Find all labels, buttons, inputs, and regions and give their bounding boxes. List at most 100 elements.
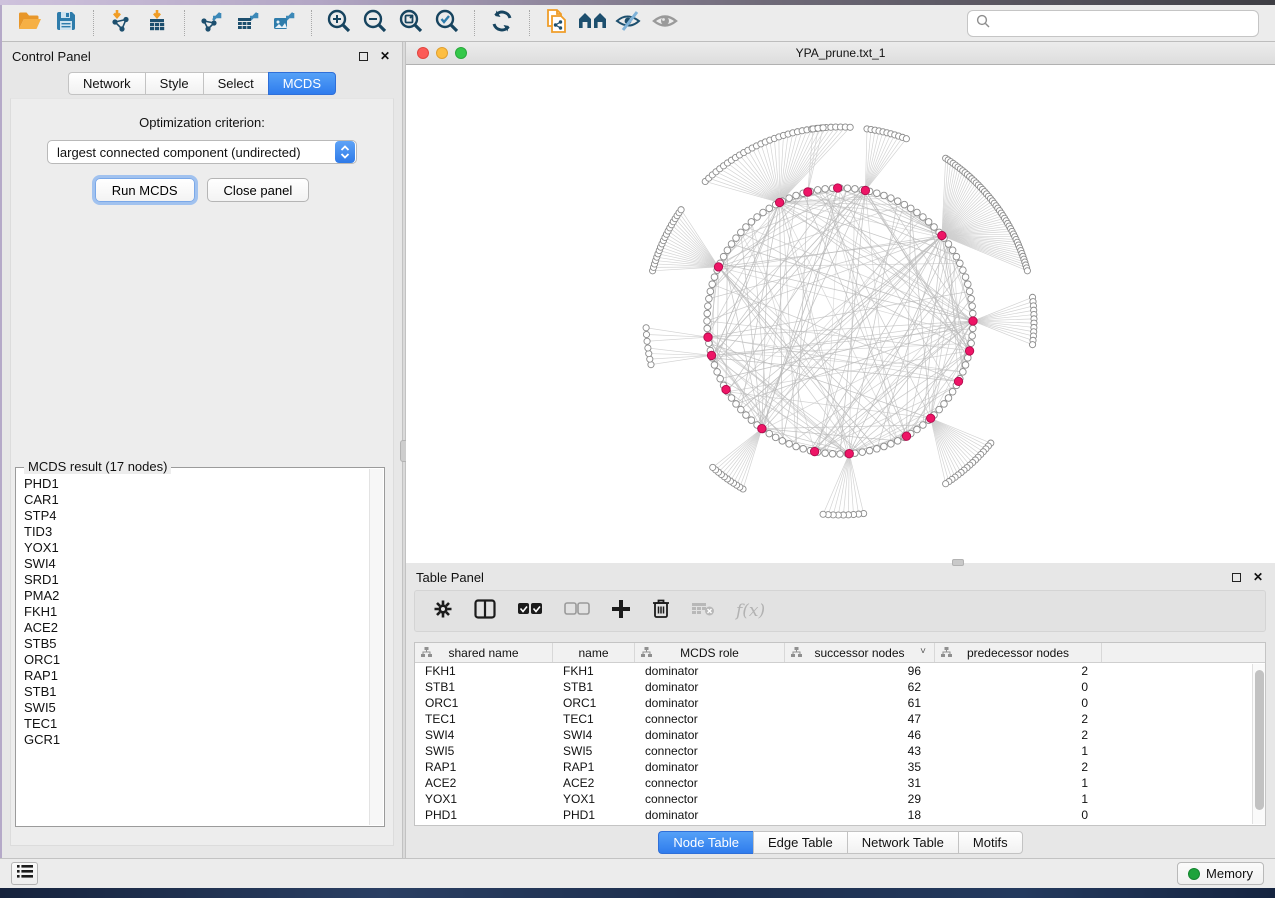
mcds-result-item[interactable]: STB5 <box>24 636 368 652</box>
import-table-button[interactable] <box>139 8 175 38</box>
zoom-selected-button[interactable] <box>429 8 465 38</box>
search-field[interactable] <box>967 10 1259 37</box>
maximize-window-icon[interactable] <box>455 47 467 59</box>
mcds-result-item[interactable]: CAR1 <box>24 492 368 508</box>
table-row[interactable]: ACE2ACE2connector311 <box>415 775 1265 791</box>
column-header-name[interactable]: name <box>553 643 635 662</box>
add-column-button[interactable] <box>611 599 631 624</box>
first-neighbors-button[interactable] <box>575 8 611 38</box>
search-icon <box>976 14 990 33</box>
tab-network-table[interactable]: Network Table <box>847 831 958 854</box>
import-network-button[interactable] <box>103 8 139 38</box>
run-mcds-button[interactable]: Run MCDS <box>95 178 195 202</box>
unselect-all-columns-button[interactable] <box>564 602 590 621</box>
close-table-panel-icon[interactable]: ✕ <box>1253 571 1263 583</box>
float-table-panel-icon[interactable] <box>1232 573 1241 582</box>
optimization-criterion-select[interactable]: largest connected component (undirected) <box>47 140 357 164</box>
table-row[interactable]: RAP1RAP1dominator352 <box>415 759 1265 775</box>
show-all-icon <box>651 10 679 37</box>
column-header-MCDS-role[interactable]: MCDS role <box>635 643 785 662</box>
namespace-icon <box>941 647 952 661</box>
mcds-result-item[interactable]: STP4 <box>24 508 368 524</box>
tab-select[interactable]: Select <box>203 72 268 95</box>
network-window-titlebar[interactable]: YPA_prune.txt_1 <box>406 42 1275 65</box>
table-row[interactable]: SWI4SWI4dominator462 <box>415 727 1265 743</box>
column-header-shared-name[interactable]: shared name <box>415 643 553 662</box>
tab-style[interactable]: Style <box>145 72 203 95</box>
export-network-button[interactable] <box>194 8 230 38</box>
mcds-result-item[interactable]: SRD1 <box>24 572 368 588</box>
memory-button[interactable]: Memory <box>1177 862 1264 885</box>
control-panel-title: Control Panel <box>12 49 91 64</box>
zoom-out-button[interactable] <box>357 8 393 38</box>
table-row[interactable]: FKH1FKH1dominator962 <box>415 663 1265 679</box>
minimize-window-icon[interactable] <box>436 47 448 59</box>
table-panel-title: Table Panel <box>416 570 484 585</box>
table-row[interactable]: SWI5SWI5connector431 <box>415 743 1265 759</box>
table-row[interactable]: TEC1TEC1connector472 <box>415 711 1265 727</box>
mcds-result-item[interactable]: STB1 <box>24 684 368 700</box>
column-header-successor-nodes[interactable]: successor nodes˅ <box>785 643 935 662</box>
first-neighbors-icon <box>578 10 608 37</box>
mcds-result-scrollbar[interactable] <box>369 469 383 825</box>
selected-option-label: largest connected component (undirected) <box>48 145 335 160</box>
mcds-result-item[interactable]: SWI5 <box>24 700 368 716</box>
delete-table-button[interactable] <box>691 601 715 622</box>
mcds-result-item[interactable]: GCR1 <box>24 732 368 748</box>
export-table-button[interactable] <box>230 8 266 38</box>
table-cell: SWI4 <box>415 727 553 743</box>
mcds-result-item[interactable]: YOX1 <box>24 540 368 556</box>
zoom-fit-button[interactable] <box>393 8 429 38</box>
table-row[interactable]: STB1STB1dominator620 <box>415 679 1265 695</box>
mcds-result-item[interactable]: FKH1 <box>24 604 368 620</box>
close-window-icon[interactable] <box>417 47 429 59</box>
export-table-icon <box>235 9 261 38</box>
table-options-button[interactable] <box>433 599 453 624</box>
table-row[interactable]: PHD1PHD1dominator180 <box>415 807 1265 823</box>
table-cell: 29 <box>785 791 935 807</box>
open-file-button[interactable] <box>12 8 48 38</box>
copy-network-button[interactable] <box>539 8 575 38</box>
tab-node-table[interactable]: Node Table <box>658 831 753 854</box>
mcds-result-title: MCDS result (17 nodes) <box>24 459 171 474</box>
close-panel-button[interactable]: Close panel <box>207 178 310 202</box>
horizontal-splitter-handle[interactable] <box>952 559 964 566</box>
table-scrollbar[interactable] <box>1252 664 1265 824</box>
hide-selected-button[interactable] <box>611 8 647 38</box>
network-canvas[interactable] <box>406 65 1275 563</box>
search-input[interactable] <box>996 16 1250 31</box>
mcds-result-item[interactable]: TID3 <box>24 524 368 540</box>
tab-network[interactable]: Network <box>68 72 145 95</box>
float-panel-icon[interactable] <box>359 52 368 61</box>
zoom-in-button[interactable] <box>321 8 357 38</box>
show-all-button[interactable] <box>647 8 683 38</box>
table-row[interactable]: YOX1YOX1connector291 <box>415 791 1265 807</box>
close-panel-icon[interactable]: ✕ <box>380 50 390 62</box>
mcds-result-item[interactable]: ORC1 <box>24 652 368 668</box>
refresh-layout-button[interactable] <box>484 8 520 38</box>
mcds-result-item[interactable]: TEC1 <box>24 716 368 732</box>
table-scrollbar-thumb[interactable] <box>1255 670 1264 810</box>
mcds-result-item[interactable]: ACE2 <box>24 620 368 636</box>
mcds-result-item[interactable]: PHD1 <box>24 476 368 492</box>
column-layout-button[interactable] <box>474 599 496 624</box>
select-all-columns-button[interactable] <box>517 602 543 621</box>
table-cell: PHD1 <box>553 807 635 823</box>
export-network-icon <box>199 9 225 38</box>
save-session-button[interactable] <box>48 8 84 38</box>
tab-motifs[interactable]: Motifs <box>958 831 1023 854</box>
show-panels-button[interactable] <box>11 862 38 885</box>
column-header-predecessor-nodes[interactable]: predecessor nodes <box>935 643 1102 662</box>
tab-edge-table[interactable]: Edge Table <box>753 831 847 854</box>
table-cell: RAP1 <box>553 759 635 775</box>
mcds-result-item[interactable]: RAP1 <box>24 668 368 684</box>
delete-column-button[interactable] <box>652 598 670 624</box>
mcds-result-item[interactable]: PMA2 <box>24 588 368 604</box>
main-toolbar <box>2 5 1275 42</box>
export-image-button[interactable] <box>266 8 302 38</box>
table-body: FKH1FKH1dominator962STB1STB1dominator620… <box>415 663 1265 823</box>
tab-mcds[interactable]: MCDS <box>268 72 336 95</box>
mcds-result-item[interactable]: SWI4 <box>24 556 368 572</box>
table-row[interactable]: ORC1ORC1dominator610 <box>415 695 1265 711</box>
function-builder-button[interactable]: f(x) <box>736 601 765 621</box>
